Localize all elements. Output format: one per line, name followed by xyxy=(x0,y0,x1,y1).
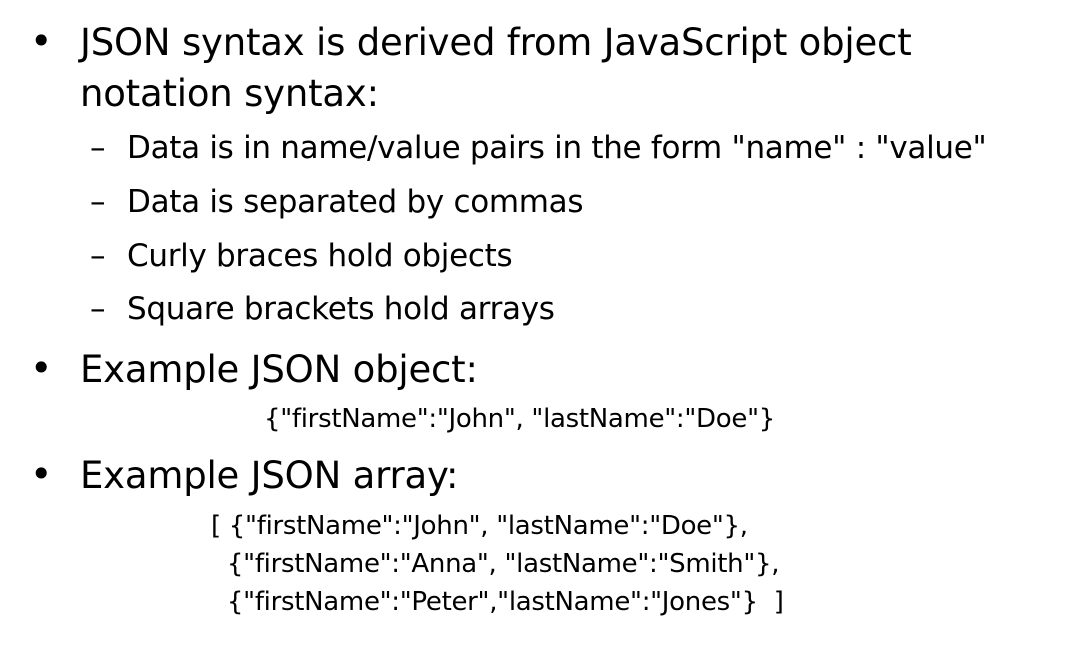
bullet-text: Example JSON object: xyxy=(80,348,478,391)
sub-item-text: Data is in name/value pairs in the form … xyxy=(127,130,987,166)
slide: • JSON syntax is derived from JavaScript… xyxy=(0,0,1076,661)
code-json-array-line2: {"firstName":"Anna", "lastName":"Smith"}… xyxy=(211,549,780,579)
sub-item-name-value-pairs: – Data is in name/value pairs in the form… xyxy=(90,128,987,168)
bullet-text: Example JSON array: xyxy=(80,454,459,497)
bullet-dot-icon: • xyxy=(30,452,53,496)
sub-item-commas: – Data is separated by commas xyxy=(90,182,584,222)
dash-icon: – xyxy=(90,291,106,327)
code-json-array-line1: [ {"firstName":"John", "lastName":"Doe"}… xyxy=(211,511,748,541)
dash-icon: – xyxy=(90,184,106,220)
bullet-text-line1: JSON syntax is derived from JavaScript o… xyxy=(80,21,912,64)
dash-icon: – xyxy=(90,238,106,274)
sub-item-square-brackets: – Square brackets hold arrays xyxy=(90,289,555,329)
bullet-text-line2: notation syntax: xyxy=(80,72,379,115)
sub-item-curly-braces: – Curly braces hold objects xyxy=(90,236,513,276)
bullet-dot-icon: • xyxy=(30,19,53,63)
sub-item-text: Data is separated by commas xyxy=(127,184,584,220)
sub-item-text: Curly braces hold objects xyxy=(127,238,513,274)
code-json-array-line3: {"firstName":"Peter","lastName":"Jones"}… xyxy=(211,587,784,617)
code-json-object: {"firstName":"John", "lastName":"Doe"} xyxy=(264,404,775,434)
bullet-dot-icon: • xyxy=(30,346,53,390)
dash-icon: – xyxy=(90,130,106,166)
sub-item-text: Square brackets hold arrays xyxy=(127,291,555,327)
